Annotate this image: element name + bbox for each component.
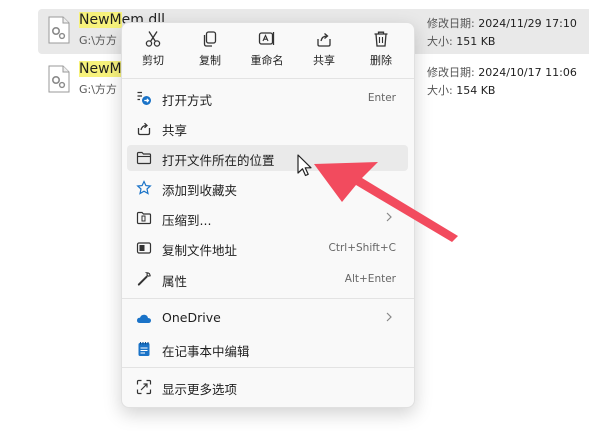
cut-label: 剪切 [142, 54, 164, 67]
rename-icon [258, 32, 275, 45]
notepad-icon [138, 342, 150, 356]
menu-item-label: 打开文件所在的位置 [162, 153, 275, 168]
quick-action-bar: 剪切 复制 重命名 共享 删除 [122, 23, 414, 75]
menu-item-shortcut: Ctrl+Shift+C [328, 242, 396, 254]
dll-file-icon [48, 16, 70, 44]
menu-item-label: 添加到收藏夹 [162, 183, 238, 198]
scissors-icon [145, 31, 161, 47]
more-options-icon [136, 379, 152, 395]
annotation-arrow-icon [314, 162, 458, 242]
file-size: 大小: 154 KB [427, 84, 496, 97]
menu-item-label: 属性 [162, 274, 188, 289]
dll-file-icon [48, 65, 70, 93]
chevron-right-icon [386, 312, 392, 322]
cut-button[interactable]: 剪切 [130, 30, 176, 72]
menu-item-label: 在记事本中编辑 [162, 344, 250, 359]
menu-item-label: 复制文件地址 [162, 243, 238, 258]
menu-divider [122, 78, 414, 79]
share-label: 共享 [313, 54, 335, 67]
menu-item-shortcut: Alt+Enter [344, 273, 396, 285]
menu-item-properties[interactable]: 属性 Alt+Enter [127, 266, 408, 292]
file-modified: 修改日期: 2024/10/17 11:06 [427, 66, 577, 79]
open-with-icon [137, 91, 151, 105]
copy-icon [203, 31, 217, 47]
menu-item-label: OneDrive [162, 310, 221, 325]
delete-button[interactable]: 删除 [358, 30, 404, 72]
menu-item-onedrive[interactable]: OneDrive [127, 305, 408, 331]
menu-divider [122, 298, 414, 299]
wrench-icon [137, 272, 151, 286]
file-modified: 修改日期: 2024/11/29 17:10 [427, 17, 577, 30]
menu-item-open-with[interactable]: 打开方式 Enter [127, 85, 408, 111]
menu-item-label: 显示更多选项 [162, 382, 238, 397]
delete-label: 删除 [370, 54, 392, 67]
share-icon [317, 33, 331, 47]
share-button[interactable]: 共享 [301, 30, 347, 72]
menu-item-shortcut: Enter [367, 92, 396, 104]
zip-icon [136, 211, 152, 225]
rename-button[interactable]: 重命名 [244, 30, 290, 72]
menu-item-edit-in-notepad[interactable]: 在记事本中编辑 [127, 336, 408, 362]
menu-item-show-more-options[interactable]: 显示更多选项 [127, 374, 408, 400]
file-path: G:\方方 [79, 83, 117, 96]
folder-icon [136, 151, 152, 165]
cloud-icon [136, 314, 151, 323]
copy-label: 复制 [199, 54, 221, 67]
trash-icon [374, 31, 388, 47]
menu-item-label: 压缩到... [162, 213, 212, 228]
star-icon [136, 180, 152, 195]
menu-divider [122, 367, 414, 368]
rename-label: 重命名 [250, 54, 284, 67]
file-path: G:\方方 [79, 34, 117, 47]
file-size: 大小: 151 KB [427, 35, 496, 48]
menu-item-label: 共享 [162, 123, 188, 138]
file-name: NewM [79, 61, 122, 77]
share-icon [137, 122, 151, 136]
menu-item-label: 打开方式 [162, 93, 213, 108]
menu-item-share[interactable]: 共享 [127, 115, 408, 141]
copy-path-icon [136, 242, 152, 254]
copy-button[interactable]: 复制 [187, 30, 233, 72]
